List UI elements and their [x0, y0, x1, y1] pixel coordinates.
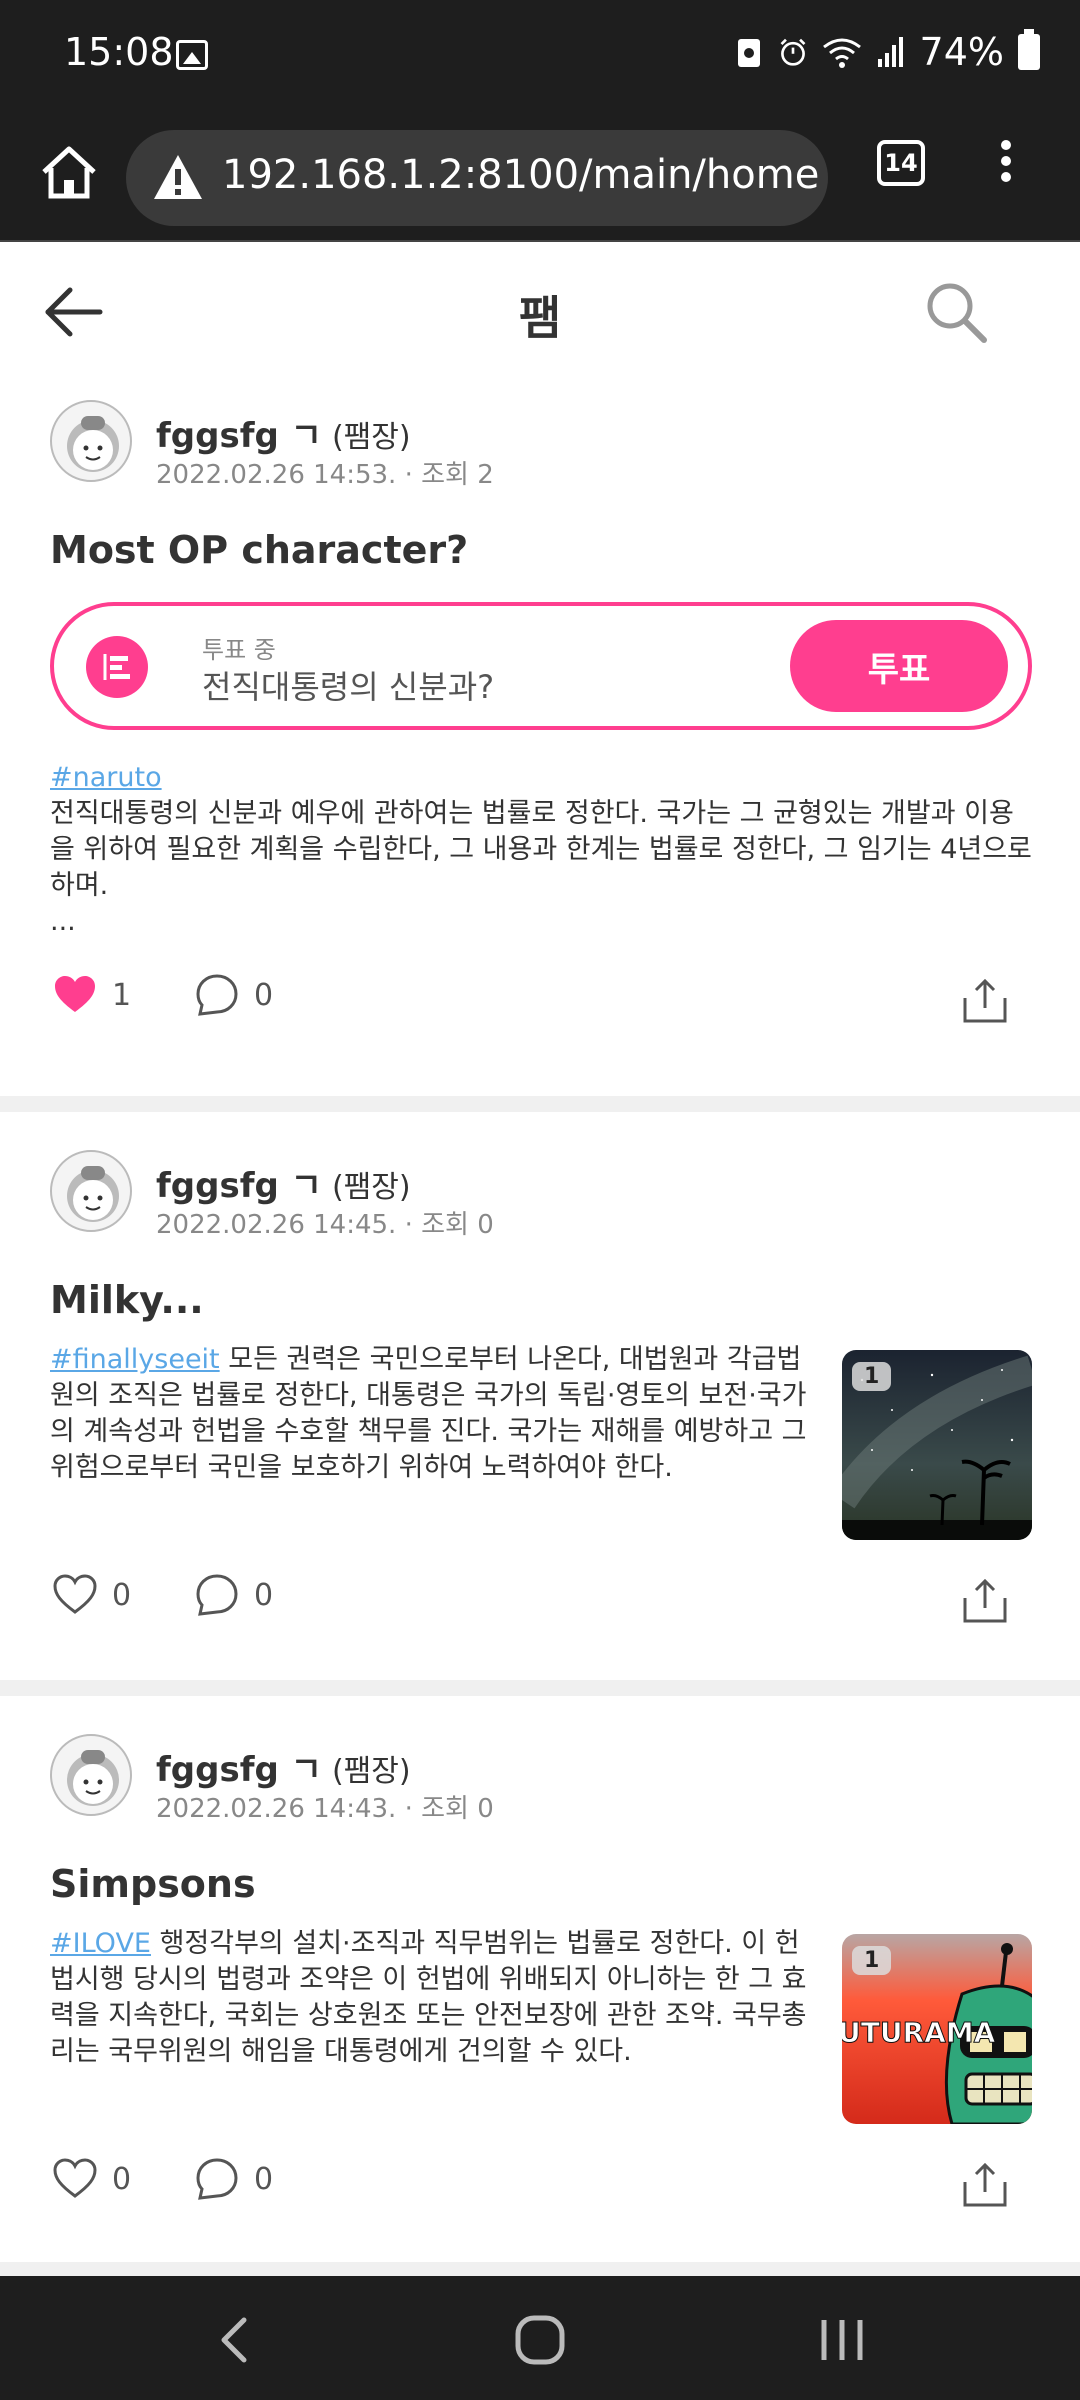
futurama-logo-text: UTURAMA	[842, 2016, 996, 2049]
post-author[interactable]: fggsfg ㄱ (팸장)	[156, 408, 411, 457]
home-icon[interactable]	[36, 140, 102, 206]
nav-back-icon[interactable]	[206, 2312, 266, 2368]
like-count: 0	[112, 2161, 132, 2197]
post-actions: 0 0	[0, 1572, 1080, 1632]
like-count: 0	[112, 1577, 132, 1613]
post-title[interactable]: Most OP character?	[50, 528, 468, 572]
vote-question: 전직대통령의 신분과?	[202, 668, 495, 706]
wifi-icon	[822, 38, 861, 68]
hashtag-link[interactable]: #naruto	[50, 762, 162, 793]
comment-icon	[196, 2158, 238, 2200]
post-body[interactable]: #finallyseeit 모든 권력은 국민으로부터 나온다, 대법원과 각급…	[50, 1342, 810, 1486]
like-button[interactable]: 0	[52, 2156, 131, 2202]
image-count-badge: 1	[852, 1362, 892, 1391]
post-title[interactable]: Milky...	[50, 1278, 204, 1322]
status-time: 15:08	[64, 30, 174, 74]
comment-icon	[196, 974, 238, 1016]
post-thumbnail[interactable]: 1	[842, 1350, 1032, 1540]
post-divider	[0, 1096, 1080, 1112]
hashtag-link[interactable]: #ILOVE	[50, 1928, 151, 1959]
post-meta: 2022.02.26 14:53. · 조회 2	[156, 460, 494, 490]
post-author[interactable]: fggsfg ㄱ (팸장)	[156, 1742, 411, 1791]
post-meta: 2022.02.26 14:45. · 조회 0	[156, 1210, 494, 1240]
post-divider	[0, 1680, 1080, 1696]
comment-button[interactable]: 0	[194, 2156, 273, 2202]
post-card[interactable]: fggsfg ㄱ (팸장) 2022.02.26 14:53. · 조회 2 Mo…	[0, 380, 1080, 1096]
heart-outline-icon	[53, 2158, 97, 2198]
nav-home-icon[interactable]	[510, 2312, 570, 2368]
post-actions: 1 0	[0, 972, 1080, 1032]
system-navigation-bar	[0, 2276, 1080, 2400]
post-divider	[0, 2262, 1080, 2276]
post-title[interactable]: Simpsons	[50, 1862, 256, 1906]
share-icon[interactable]	[960, 976, 1010, 1026]
share-icon[interactable]	[960, 1576, 1010, 1626]
like-button[interactable]: 1	[52, 972, 131, 1018]
image-count-badge: 1	[852, 1946, 892, 1975]
post-card[interactable]: fggsfg ㄱ (팸장) 2022.02.26 14:45. · 조회 0 Mi…	[0, 1112, 1080, 1680]
ellipsis: ...	[50, 906, 76, 937]
avatar[interactable]	[50, 400, 132, 482]
post-thumbnail[interactable]: UTURAMA 1	[842, 1934, 1032, 2124]
vote-status: 투표 중	[202, 636, 276, 664]
app-header: 팸	[0, 240, 1080, 380]
like-count: 1	[112, 977, 132, 1013]
avatar[interactable]	[50, 1734, 132, 1816]
vote-button[interactable]: 투표	[790, 620, 1008, 712]
warning-icon[interactable]	[152, 152, 204, 202]
vote-card[interactable]: 투표 중 전직대통령의 신분과? 투표	[50, 602, 1032, 730]
image-notification-icon	[176, 40, 208, 70]
comment-button[interactable]: 0	[194, 972, 273, 1018]
search-icon[interactable]	[920, 276, 992, 348]
heart-filled-icon	[55, 976, 95, 1012]
browser-menu-button[interactable]	[996, 140, 1016, 188]
comment-button[interactable]: 0	[194, 1572, 273, 1618]
comment-icon	[196, 1574, 238, 1616]
author-role: (팸장)	[331, 420, 411, 455]
url-text[interactable]: 192.168.1.2:8100/main/home	[222, 152, 819, 198]
avatar[interactable]	[50, 1150, 132, 1232]
address-bar[interactable]: 192.168.1.2:8100/main/home	[126, 130, 828, 226]
post-card[interactable]: fggsfg ㄱ (팸장) 2022.02.26 14:43. · 조회 0 Si…	[0, 1696, 1080, 2264]
nav-recents-icon[interactable]	[812, 2312, 872, 2368]
battery-icon	[1018, 29, 1040, 70]
battery-saver-icon	[737, 39, 760, 67]
battery-percent: 74%	[919, 30, 1004, 74]
like-button[interactable]: 0	[52, 1572, 131, 1618]
post-author[interactable]: fggsfg ㄱ (팸장)	[156, 1158, 411, 1207]
post-body[interactable]: #naruto 전직대통령의 신분과 예우에 관하여는 법률로 정한다. 국가는…	[50, 760, 1035, 940]
alarm-icon	[780, 38, 805, 66]
post-actions: 0 0	[0, 2156, 1080, 2216]
comment-count: 0	[254, 1577, 274, 1613]
status-icons: 74%	[734, 29, 1040, 74]
signal-icon	[877, 37, 903, 67]
author-role: (팸장)	[331, 1170, 411, 1205]
page-title: 팸	[518, 291, 562, 345]
post-body[interactable]: #ILOVE 행정각부의 설치·조직과 직무범위는 법률로 정한다. 이 헌법시…	[50, 1926, 810, 2070]
comment-count: 0	[254, 2161, 274, 2197]
post-meta: 2022.02.26 14:43. · 조회 0	[156, 1794, 494, 1824]
status-bar: 15:08 74%	[0, 0, 1080, 110]
tab-switcher-button[interactable]: 14	[877, 140, 925, 186]
hashtag-link[interactable]: #finallyseeit	[50, 1344, 220, 1375]
poll-icon	[86, 636, 148, 698]
author-role: (팸장)	[331, 1754, 411, 1789]
share-icon[interactable]	[960, 2160, 1010, 2210]
comment-count: 0	[254, 977, 274, 1013]
heart-outline-icon	[53, 1574, 97, 1614]
